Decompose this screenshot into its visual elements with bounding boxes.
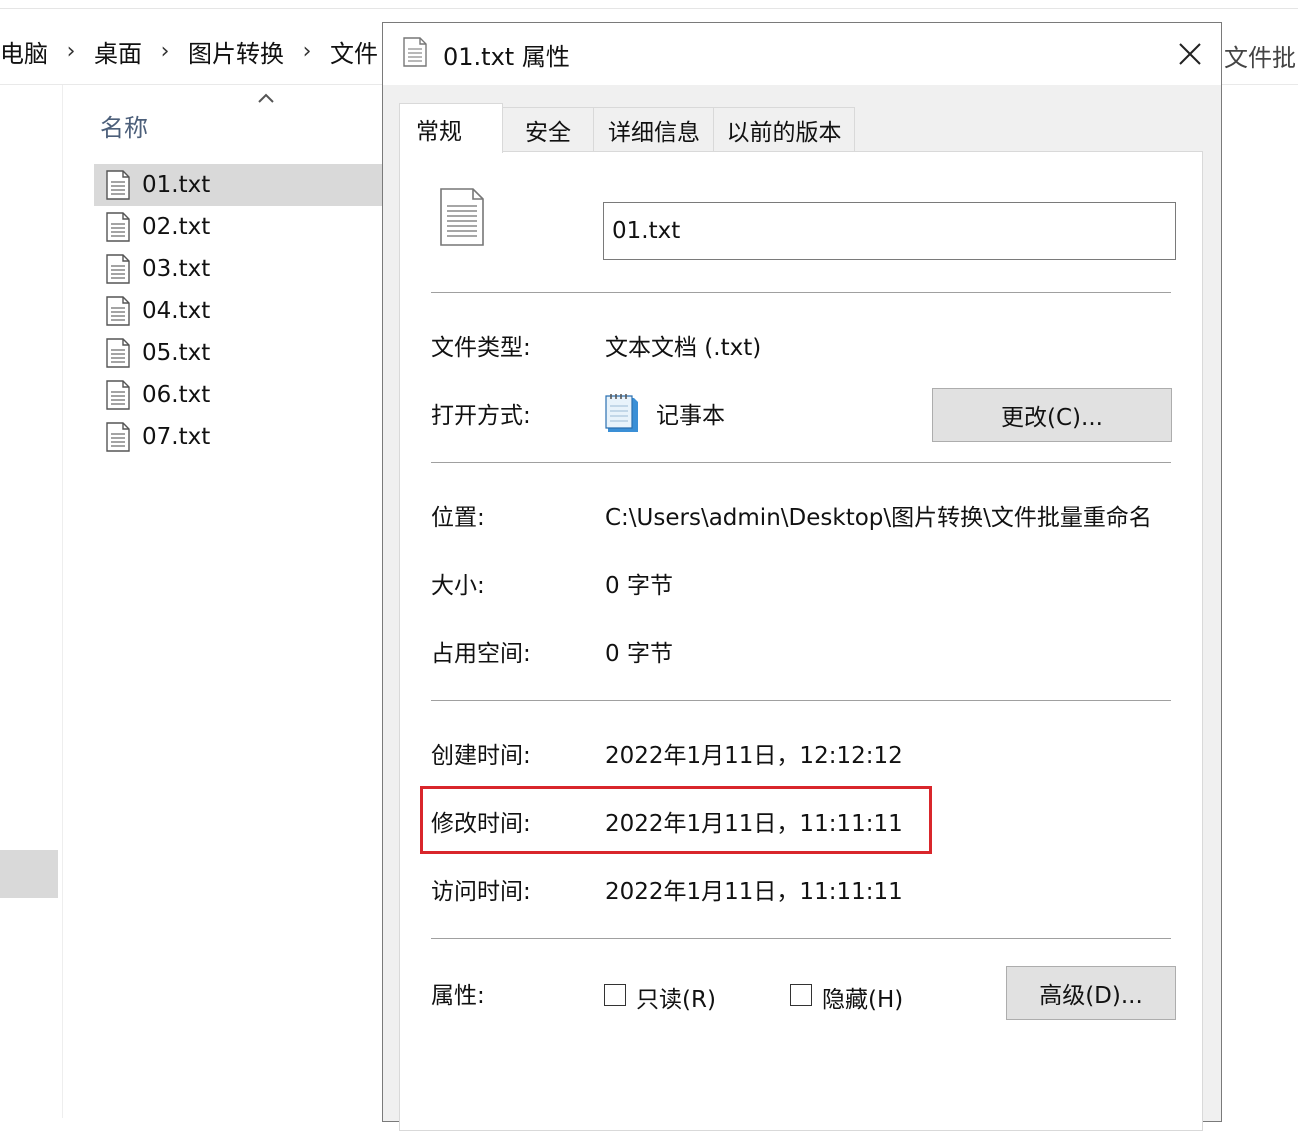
created-value: 2022年1月11日，12:12:12	[605, 743, 903, 769]
notepad-icon	[605, 394, 638, 432]
dialog-title: 01.txt 属性	[443, 43, 570, 71]
file-name: 02.txt	[142, 214, 211, 240]
divider	[431, 292, 1171, 293]
size-on-disk-label: 占用空间:	[431, 641, 531, 667]
location-label: 位置:	[431, 505, 485, 531]
hidden-checkbox-label[interactable]: 隐藏(H)	[822, 980, 903, 1014]
file-row[interactable]: 07.txt	[94, 416, 384, 458]
open-with-label: 打开方式:	[431, 403, 531, 429]
chevron-right-icon[interactable]: ›	[48, 39, 94, 64]
tab-general[interactable]: 常规	[399, 103, 503, 153]
navigation-pane-selected-item[interactable]	[0, 850, 58, 898]
window-title-fragment: 文件批	[1224, 44, 1296, 72]
breadcrumb-item-pc[interactable]: 电脑	[0, 34, 48, 69]
chevron-right-icon[interactable]: ›	[142, 39, 188, 64]
readonly-checkbox-label[interactable]: 只读(R)	[636, 980, 716, 1014]
modified-value: 2022年1月11日，11:11:11	[605, 811, 903, 837]
navigation-pane[interactable]	[0, 85, 63, 1118]
file-row[interactable]: 06.txt	[94, 374, 384, 416]
close-icon	[1179, 43, 1201, 65]
breadcrumb-item-folder[interactable]: 文件	[330, 34, 378, 69]
column-header-name[interactable]: 名称	[100, 108, 148, 143]
file-type-value: 文本文档 (.txt)	[605, 335, 762, 361]
file-row[interactable]: 02.txt	[94, 206, 384, 248]
text-file-icon	[106, 422, 130, 452]
accessed-value: 2022年1月11日，11:11:11	[605, 879, 903, 905]
breadcrumb: 电脑 › 桌面 › 图片转换 › 文件	[0, 24, 378, 78]
created-label: 创建时间:	[431, 743, 531, 769]
chevron-right-icon[interactable]: ›	[284, 39, 330, 64]
size-label: 大小:	[431, 573, 485, 599]
change-button[interactable]: 更改(C)...	[932, 388, 1172, 442]
toolbar-edge	[0, 8, 1298, 9]
attributes-label: 属性:	[431, 983, 485, 1009]
file-name: 04.txt	[142, 298, 211, 324]
close-button[interactable]	[1165, 29, 1215, 79]
advanced-button[interactable]: 高级(D)...	[1006, 966, 1176, 1020]
location-value: C:\Users\admin\Desktop\图片转换\文件批量重命名	[605, 505, 1152, 531]
file-name: 07.txt	[142, 424, 211, 450]
tab-previous-versions[interactable]: 以前的版本	[713, 107, 855, 151]
breadcrumb-item-desktop[interactable]: 桌面	[94, 34, 142, 69]
file-name: 06.txt	[142, 382, 211, 408]
text-file-icon	[106, 338, 130, 368]
divider	[431, 938, 1171, 939]
size-value: 0 字节	[605, 573, 673, 599]
file-row[interactable]: 05.txt	[94, 332, 384, 374]
properties-dialog: 01.txt 属性 常规 安全 详细信息 以前的版本 文件类型: 文	[382, 22, 1222, 1131]
breadcrumb-item-image-convert[interactable]: 图片转换	[188, 34, 284, 69]
text-file-icon	[106, 212, 130, 242]
file-name: 05.txt	[142, 340, 211, 366]
general-tab-panel: 文件类型: 文本文档 (.txt) 打开方式: 记事本 更改(C)... 位置:…	[399, 151, 1203, 1131]
file-type-label: 文件类型:	[431, 335, 531, 361]
text-file-icon	[403, 37, 427, 67]
divider	[431, 462, 1171, 463]
open-with-app: 记事本	[656, 403, 725, 429]
hidden-checkbox[interactable]	[790, 984, 812, 1006]
text-file-icon	[106, 254, 130, 284]
divider	[431, 700, 1171, 701]
tab-security[interactable]: 安全	[501, 107, 595, 151]
accessed-label: 访问时间:	[431, 879, 531, 905]
size-on-disk-value: 0 字节	[605, 641, 673, 667]
filename-input[interactable]	[603, 202, 1176, 260]
file-list: 01.txt 02.txt 03.txt 04.txt 05.txt 06.tx…	[94, 164, 384, 458]
tab-details[interactable]: 详细信息	[593, 107, 715, 151]
modified-label: 修改时间:	[431, 811, 531, 837]
file-name: 03.txt	[142, 256, 211, 282]
sort-ascending-icon[interactable]	[256, 88, 276, 108]
text-file-icon	[106, 170, 130, 200]
dialog-titlebar[interactable]: 01.txt 属性	[383, 23, 1221, 85]
file-row-selected[interactable]: 01.txt	[94, 164, 384, 206]
file-row[interactable]: 03.txt	[94, 248, 384, 290]
text-file-icon	[106, 296, 130, 326]
text-file-large-icon	[440, 188, 484, 246]
file-name: 01.txt	[142, 172, 211, 198]
text-file-icon	[106, 380, 130, 410]
file-row[interactable]: 04.txt	[94, 290, 384, 332]
readonly-checkbox[interactable]	[604, 984, 626, 1006]
